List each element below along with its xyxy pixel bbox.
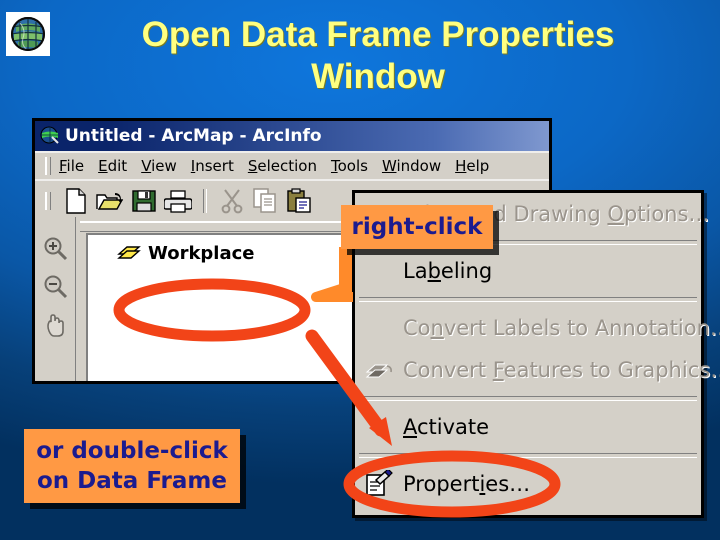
cut-scissors-icon[interactable] — [215, 186, 249, 216]
toc-data-frame-label: Workplace — [148, 243, 255, 264]
menu-item-labeling[interactable]: Labeling — [355, 250, 701, 292]
menu-help[interactable]: Help — [455, 157, 489, 175]
menu-separator — [359, 297, 697, 302]
arcmap-title-text: Untitled - ArcMap - ArcInfo — [65, 126, 322, 146]
callout-double-click-line1: or double-click — [36, 438, 228, 464]
arcmap-tools-toolbar — [35, 217, 76, 381]
arcmap-menu-bar: File Edit View Insert Selection Tools Wi… — [35, 151, 549, 179]
convert-features-icon — [363, 356, 395, 384]
menu-view[interactable]: View — [141, 157, 177, 175]
menu-item-convert-features-to-graphics[interactable]: Convert Features to Graphics… — [355, 349, 720, 391]
callout-double-click-line2: on Data Frame — [37, 468, 227, 494]
menu-insert[interactable]: Insert — [191, 157, 234, 175]
new-document-icon[interactable] — [59, 186, 93, 216]
print-icon[interactable] — [161, 186, 195, 216]
menu-item-label: Convert Features to Graphics… — [403, 358, 720, 382]
menu-window[interactable]: Window — [382, 157, 441, 175]
menu-selection[interactable]: Selection — [248, 157, 317, 175]
open-folder-icon[interactable] — [93, 186, 127, 216]
slide-canvas: Open Data Frame Properties Window Untitl… — [0, 0, 720, 540]
zoom-out-icon[interactable] — [38, 271, 72, 301]
zoom-in-icon[interactable] — [38, 233, 72, 263]
arcmap-title-bar: Untitled - ArcMap - ArcInfo — [35, 121, 549, 151]
page-title-line2: Window — [311, 57, 445, 96]
save-floppy-icon[interactable] — [127, 186, 161, 216]
menu-separator — [359, 453, 697, 458]
menu-tools[interactable]: Tools — [331, 157, 368, 175]
properties-icon — [363, 468, 395, 498]
callout-double-click: or double-click on Data Frame — [24, 429, 240, 503]
menu-item-label: Activate — [403, 415, 490, 439]
pan-hand-icon[interactable] — [38, 309, 72, 339]
arcmap-globe-icon — [39, 125, 61, 147]
menu-item-convert-labels-to-annotation[interactable]: Convert Labels to Annotation… — [355, 307, 720, 349]
menu-item-properties[interactable]: Properties… — [355, 463, 701, 505]
menubar-grip[interactable] — [45, 157, 51, 175]
paste-icon[interactable] — [283, 186, 317, 216]
globe-icon — [6, 12, 50, 56]
menu-file[interactable]: File — [59, 157, 84, 175]
toolbar-separator — [203, 189, 207, 213]
menu-item-label: Labeling — [403, 259, 493, 283]
menu-separator — [359, 396, 697, 401]
copy-icon[interactable] — [249, 186, 283, 216]
callout-right-click-text: right-click — [351, 214, 483, 240]
page-title-line1: Open Data Frame Properties — [141, 15, 615, 54]
menu-edit[interactable]: Edit — [98, 157, 127, 175]
page-title: Open Data Frame Properties Window — [60, 14, 696, 98]
callout-right-click: right-click — [341, 205, 493, 249]
menu-item-activate[interactable]: Activate — [355, 406, 701, 448]
toolbar-grip[interactable] — [45, 192, 51, 210]
layers-icon — [116, 241, 142, 266]
menu-item-label: Properties… — [403, 472, 531, 496]
menu-item-label: Convert Labels to Annotation… — [403, 316, 720, 340]
